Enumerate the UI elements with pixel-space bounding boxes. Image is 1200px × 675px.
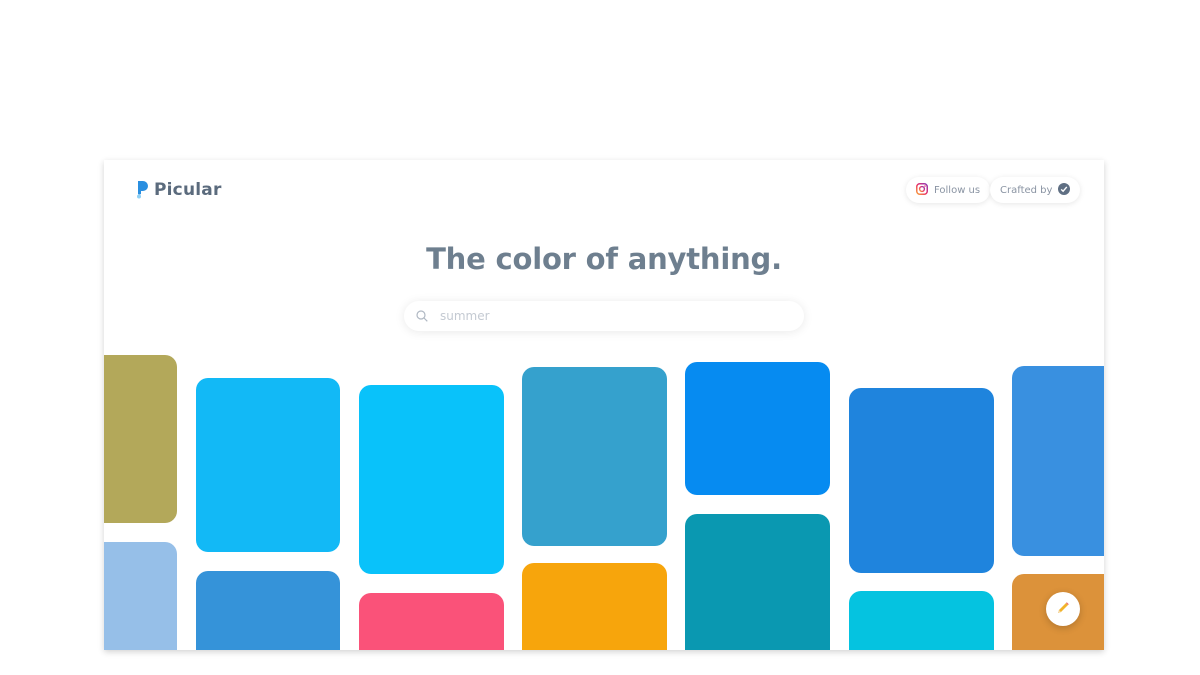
color-tile[interactable] — [849, 388, 994, 573]
color-tile[interactable] — [104, 542, 177, 650]
color-tile[interactable] — [1012, 366, 1104, 556]
logo-text: Picular — [154, 180, 222, 200]
page-title: The color of anything. — [426, 242, 782, 276]
follow-us-label: Follow us — [934, 184, 981, 196]
color-tile[interactable] — [359, 385, 504, 574]
search-bar[interactable] — [404, 301, 804, 331]
badge-check-icon — [1058, 182, 1071, 198]
color-tile[interactable] — [685, 362, 830, 495]
color-tile[interactable] — [522, 367, 667, 546]
picular-drop-icon — [136, 181, 148, 199]
logo[interactable]: Picular — [136, 180, 222, 200]
search-input[interactable] — [438, 308, 762, 324]
color-tile[interactable] — [196, 571, 340, 650]
color-tile[interactable] — [196, 378, 340, 552]
color-tile[interactable] — [522, 563, 667, 650]
color-tile[interactable] — [849, 591, 994, 650]
edit-fab-button[interactable] — [1046, 592, 1080, 626]
crafted-by-label: Crafted by — [1000, 184, 1053, 196]
follow-us-button[interactable]: Follow us — [906, 177, 991, 203]
color-tile[interactable] — [104, 355, 177, 523]
color-tile[interactable] — [359, 593, 504, 650]
crafted-by-button[interactable]: Crafted by — [990, 177, 1081, 203]
pencil-icon — [1056, 600, 1070, 619]
app-window: Picular Follow us Crafted by The color o… — [104, 160, 1104, 650]
instagram-icon — [916, 182, 928, 198]
search-icon — [416, 307, 428, 326]
color-tile[interactable] — [685, 514, 830, 650]
